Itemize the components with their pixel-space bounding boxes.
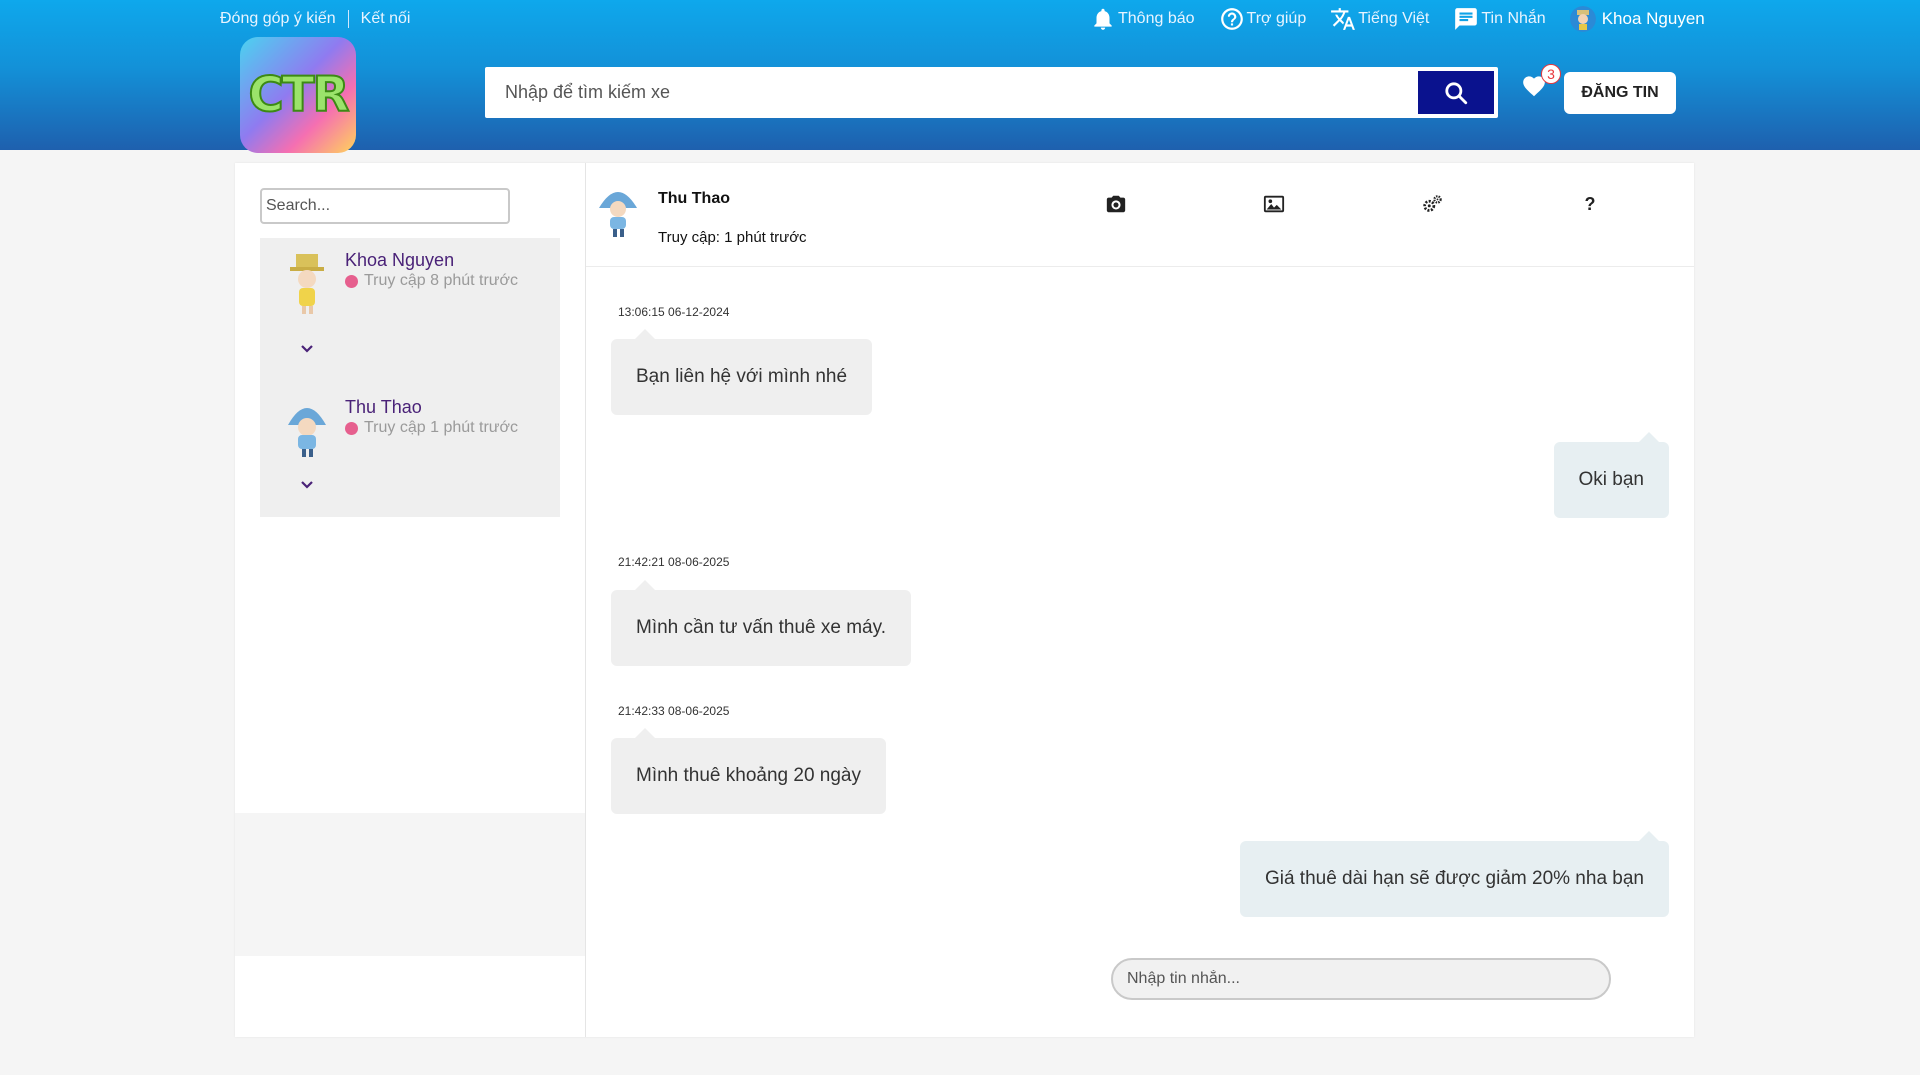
divider (347, 10, 349, 28)
chevron-down-icon[interactable] (300, 480, 314, 490)
gears-icon (1423, 195, 1442, 212)
contact-name: Thu Thao (345, 397, 422, 417)
favorites-count-badge: 3 (1541, 64, 1561, 84)
sidebar-divider-band (235, 813, 585, 956)
connect-link[interactable]: Kết nối (361, 10, 411, 28)
post-listing-button[interactable]: ĐĂNG TIN (1564, 72, 1676, 114)
translate-icon (1331, 8, 1356, 30)
header-bar: Đóng góp ý kiến Kết nối Thông báo Trợ gi… (0, 0, 1920, 153)
language-selector[interactable]: Tiếng Việt (1330, 6, 1429, 32)
image-icon (1263, 195, 1285, 213)
message-bubble-outgoing: Giá thuê dài hạn sẽ được giảm 20% nha bạ… (1239, 831, 1669, 917)
user-menu[interactable]: Khoa Nguyen (1569, 6, 1705, 32)
messages-link[interactable]: Tin Nhắn (1453, 6, 1546, 32)
site-logo[interactable]: CTR (240, 37, 356, 153)
top-links: Đóng góp ý kiến Kết nối (220, 10, 410, 28)
user-name: Khoa Nguyen (1601, 9, 1705, 28)
chat-contact-name: Thu Thao (658, 190, 730, 207)
help-label: Trợ giúp (1246, 10, 1307, 27)
chevron-down-icon[interactable] (300, 344, 314, 354)
message-bubble-incoming: Bạn liên hệ với mình nhé (611, 329, 873, 415)
settings-button[interactable] (1419, 191, 1445, 217)
contact-status: Truy cập 1 phút trước (345, 419, 518, 437)
contact-status: Truy cập 8 phút trước (345, 272, 518, 290)
status-dot (345, 421, 358, 435)
avatar (1569, 6, 1596, 32)
chat-panel: Thu Thao Truy cập: 1 phút trước ? 13:06:… (586, 163, 1694, 1037)
search-input[interactable] (485, 67, 1418, 118)
contact-status-text: Truy cập 1 phút trước (364, 419, 518, 436)
help-link[interactable]: Trợ giúp (1219, 6, 1307, 32)
message-timestamp: 21:42:33 08-06-2025 (618, 704, 730, 718)
language-label: Tiếng Việt (1358, 10, 1430, 27)
message-bubble-incoming: Mình cần tư vấn thuê xe máy. (611, 580, 911, 666)
contact-item-khoa-nguyen[interactable]: Khoa Nguyen Truy cập 8 phút trước (260, 238, 560, 385)
contact-search-input[interactable] (260, 188, 510, 224)
message-bubble-incoming: Mình thuê khoảng 20 ngày (611, 728, 887, 814)
message-timestamp: 13:06:15 06-12-2024 (618, 305, 730, 319)
status-dot (345, 274, 358, 288)
help-circle-icon (1220, 8, 1243, 30)
search-icon (1445, 81, 1468, 104)
contact-avatar (290, 254, 324, 314)
search-button[interactable] (1418, 71, 1494, 114)
contact-avatar (288, 408, 326, 457)
contacts-sidebar: Khoa Nguyen Truy cập 8 phút trước Thu Th… (235, 163, 586, 1037)
message-input[interactable] (1111, 958, 1611, 1000)
notifications-link[interactable]: Thông báo (1090, 6, 1195, 32)
question-icon[interactable]: ? (1577, 191, 1603, 217)
avatar (599, 192, 637, 237)
camera-button[interactable] (1103, 191, 1129, 217)
top-nav: Thông báo Trợ giúp Tiếng Việt Tin Nhắn K… (1090, 6, 1705, 32)
message-timestamp: 21:42:21 08-06-2025 (618, 555, 730, 569)
chat-header: Thu Thao Truy cập: 1 phút trước ? (586, 163, 1694, 267)
chat-icon (1455, 8, 1478, 30)
bell-icon (1094, 8, 1112, 30)
contact-name: Khoa Nguyen (345, 250, 455, 270)
contact-item-thu-thao[interactable]: Thu Thao Truy cập 1 phút trước (260, 385, 560, 517)
messenger-panel: Khoa Nguyen Truy cập 8 phút trước Thu Th… (235, 163, 1694, 1037)
feedback-link[interactable]: Đóng góp ý kiến (220, 10, 336, 28)
notifications-label: Thông báo (1118, 10, 1195, 27)
logo-text: CTR (248, 66, 351, 124)
chat-contact-status: Truy cập: 1 phút trước (658, 229, 807, 246)
camera-icon (1106, 195, 1126, 213)
image-button[interactable] (1261, 191, 1287, 217)
message-bubble-outgoing: Oki bạn (1553, 432, 1669, 518)
messages-label: Tin Nhắn (1481, 10, 1546, 27)
contact-status-text: Truy cập 8 phút trước (364, 272, 518, 289)
search-bar (485, 67, 1498, 118)
